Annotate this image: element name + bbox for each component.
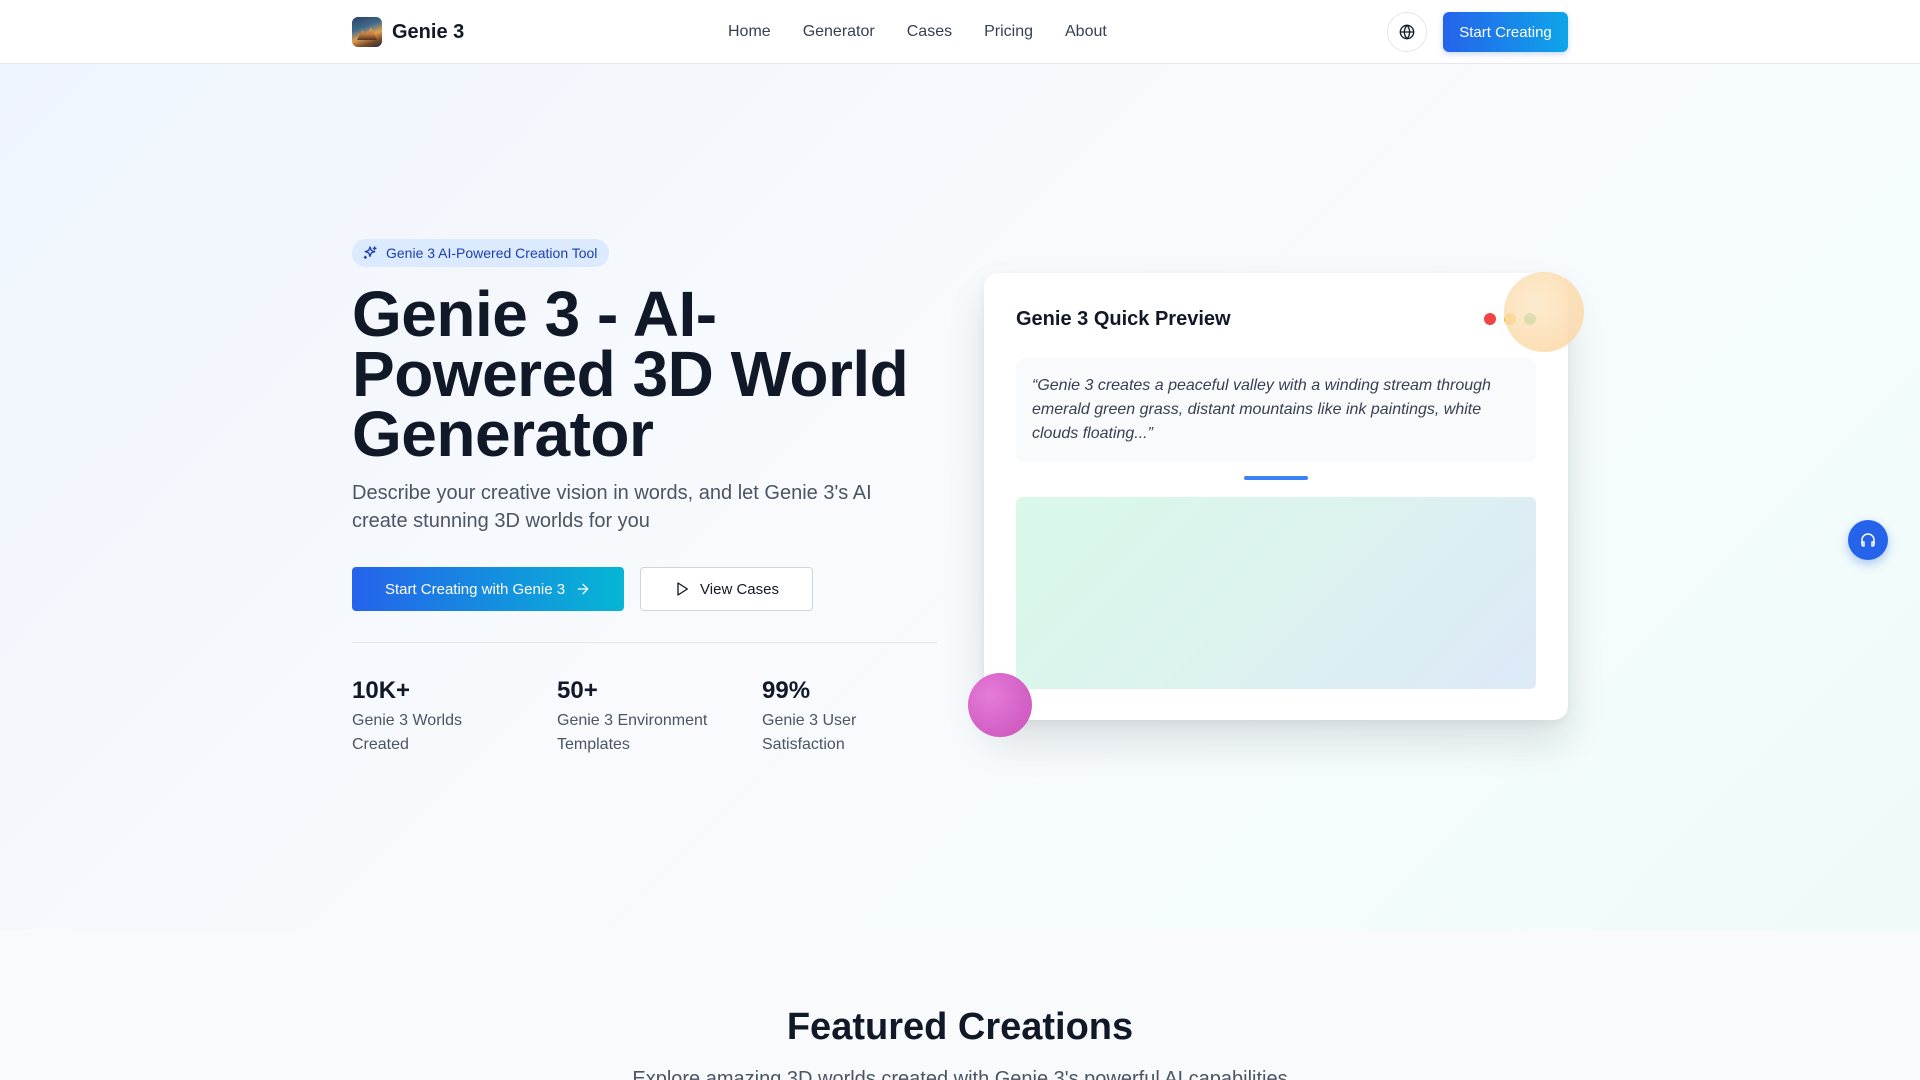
hero-title: Genie 3 - AI-Powered 3D World Generator bbox=[352, 278, 909, 470]
play-icon bbox=[677, 582, 689, 596]
decorative-pink-circle bbox=[968, 673, 1032, 737]
featured-section: Featured Creations Explore amazing 3D wo… bbox=[0, 930, 1920, 1080]
preview-prompt: “Genie 3 creates a peaceful valley with … bbox=[1016, 358, 1536, 462]
stat-environment-templates: 50+ Genie 3 Environment Templates bbox=[557, 675, 747, 757]
start-creating-genie-label: Start Creating with Genie 3 bbox=[384, 580, 566, 598]
stat-label: Genie 3 Worlds Created bbox=[352, 712, 462, 753]
site-header: Genie 3 Home Generator Cases Pricing Abo… bbox=[0, 0, 1920, 64]
quick-preview-card: Genie 3 Quick Preview “Genie 3 creates a… bbox=[984, 273, 1568, 720]
nav-pricing[interactable]: Pricing bbox=[984, 21, 1033, 43]
view-cases-button[interactable]: View Cases bbox=[640, 567, 813, 611]
decorative-orange-circle bbox=[1504, 272, 1584, 352]
stat-value: 99% bbox=[762, 677, 811, 704]
hero-badge: Genie 3 AI-Powered Creation Tool bbox=[352, 239, 610, 267]
featured-subtitle: Explore amazing 3D worlds created with G… bbox=[632, 1068, 1288, 1080]
nav-home[interactable]: Home bbox=[728, 21, 771, 43]
main-nav: Home Generator Cases Pricing About bbox=[728, 21, 1139, 43]
preview-render-area bbox=[1016, 497, 1536, 689]
brand[interactable]: Genie 3 bbox=[352, 17, 464, 47]
preview-progress-fill bbox=[1244, 476, 1308, 480]
headphones-icon bbox=[1861, 533, 1875, 547]
brand-name: Genie 3 bbox=[392, 20, 465, 43]
featured-title: Featured Creations bbox=[786, 1006, 1134, 1048]
arrow-right-icon bbox=[577, 583, 589, 595]
stat-user-satisfaction: 99% Genie 3 User Satisfaction bbox=[762, 675, 952, 757]
hero-divider bbox=[352, 642, 937, 643]
preview-title: Genie 3 Quick Preview bbox=[1016, 308, 1231, 330]
red-dot bbox=[1484, 313, 1496, 325]
stat-label: Genie 3 Environment Templates bbox=[557, 712, 708, 753]
nav-about[interactable]: About bbox=[1065, 21, 1107, 43]
support-button[interactable] bbox=[1848, 520, 1888, 560]
preview-progress bbox=[1244, 476, 1308, 480]
brand-logo bbox=[352, 17, 382, 47]
view-cases-label: View Cases bbox=[700, 580, 779, 598]
hero-subtitle: Describe your creative vision in words, … bbox=[352, 482, 872, 532]
stat-value: 10K+ bbox=[352, 677, 411, 704]
stat-value: 50+ bbox=[557, 677, 598, 704]
start-creating-genie-button[interactable]: Start Creating with Genie 3 bbox=[352, 567, 624, 611]
language-button[interactable] bbox=[1387, 12, 1427, 52]
stat-worlds-created: 10K+ Genie 3 Worlds Created bbox=[352, 675, 542, 757]
start-creating-button[interactable]: Start Creating bbox=[1443, 12, 1568, 52]
hero-section bbox=[0, 64, 1920, 930]
nav-generator[interactable]: Generator bbox=[803, 21, 875, 43]
hero-badge-label: Genie 3 AI-Powered Creation Tool bbox=[386, 245, 598, 261]
nav-cases[interactable]: Cases bbox=[907, 21, 952, 43]
globe-icon bbox=[1399, 24, 1415, 40]
stat-label: Genie 3 User Satisfaction bbox=[762, 712, 857, 753]
sparkles-icon bbox=[363, 246, 377, 259]
